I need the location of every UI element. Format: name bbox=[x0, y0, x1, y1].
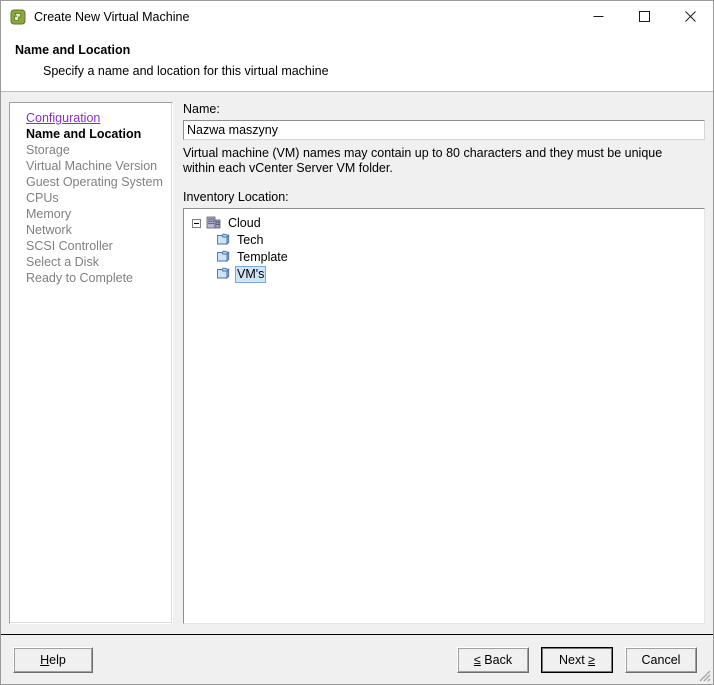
back-prefix: ≤ bbox=[473, 652, 481, 667]
back-label: Back bbox=[484, 652, 513, 667]
sidebar-item-storage: Storage bbox=[26, 143, 70, 157]
next-label: Next bbox=[558, 652, 585, 667]
inventory-tree[interactable]: Cloud Tech Template VM's bbox=[183, 208, 705, 624]
back-button[interactable]: ≤ Back bbox=[457, 646, 529, 673]
tree-row-item[interactable]: Template bbox=[184, 249, 704, 266]
close-icon[interactable] bbox=[667, 1, 713, 32]
help-rest: elp bbox=[49, 652, 66, 667]
sidebar-item-name-and-location[interactable]: Name and Location bbox=[10, 126, 172, 142]
name-label: Name: bbox=[183, 102, 220, 116]
tree-row-item[interactable]: Tech bbox=[184, 232, 704, 249]
sidebar-item-virtual-machine-version: Virtual Machine Version bbox=[26, 159, 158, 173]
window-controls bbox=[575, 1, 713, 32]
tree-row-root[interactable]: Cloud bbox=[184, 215, 704, 232]
tree-label-vms: VM's bbox=[235, 266, 267, 283]
help-accel: H bbox=[40, 652, 50, 667]
sidebar-item-network: Network bbox=[26, 223, 72, 237]
create-vm-dialog: Create New Virtual Machine Name and Loca… bbox=[0, 0, 714, 685]
next-button[interactable]: Next ≥ bbox=[541, 646, 613, 673]
tree-row-item-selected[interactable]: VM's bbox=[184, 266, 704, 283]
sidebar-item-memory: Memory bbox=[26, 207, 72, 221]
dialog-body: Configuration Name and Location Storage … bbox=[1, 92, 713, 634]
sidebar-item-guest-operating-system: Guest Operating System bbox=[26, 175, 163, 189]
name-help-text: Virtual machine (VM) names may contain u… bbox=[183, 146, 663, 175]
page-subtitle: Specify a name and location for this vir… bbox=[43, 64, 329, 78]
dialog-footer: Help ≤ Back Next ≥ Cancel bbox=[1, 635, 713, 684]
next-suffix: ≥ bbox=[588, 652, 596, 667]
sidebar-item-ready-to-complete: Ready to Complete bbox=[26, 271, 134, 285]
page-title: Name and Location bbox=[15, 43, 131, 57]
cancel-label: Cancel bbox=[641, 652, 681, 667]
wizard-steps-panel: Configuration Name and Location Storage … bbox=[9, 102, 173, 624]
resize-grip[interactable] bbox=[697, 668, 711, 682]
wizard-header: Name and Location Specify a name and loc… bbox=[1, 32, 713, 92]
main-content: Name: Virtual machine (VM) names may con… bbox=[183, 102, 705, 624]
collapse-expander-icon[interactable] bbox=[192, 219, 201, 228]
help-button[interactable]: Help bbox=[13, 646, 93, 673]
datacenter-icon bbox=[206, 215, 221, 232]
sidebar-item-select-a-disk: Select a Disk bbox=[26, 255, 99, 269]
navigation-buttons: ≤ Back Next ≥ Cancel bbox=[457, 646, 697, 673]
folder-icon bbox=[216, 266, 230, 283]
folder-icon bbox=[216, 249, 230, 266]
sidebar-item-scsi-controller: SCSI Controller bbox=[26, 239, 113, 253]
folder-icon bbox=[216, 232, 230, 249]
tree-label-tech: Tech bbox=[237, 233, 264, 247]
name-input[interactable] bbox=[183, 120, 705, 140]
tree-label-template: Template bbox=[237, 250, 288, 264]
inventory-location-label: Inventory Location: bbox=[183, 190, 289, 204]
sidebar-item-cpus: CPUs bbox=[26, 191, 59, 205]
vm-app-icon bbox=[10, 9, 26, 25]
maximize-icon[interactable] bbox=[621, 1, 667, 32]
tree-label-root: Cloud bbox=[228, 216, 261, 230]
cancel-button[interactable]: Cancel bbox=[625, 646, 697, 673]
window-title: Create New Virtual Machine bbox=[34, 9, 190, 24]
minimize-icon[interactable] bbox=[575, 1, 621, 32]
title-bar[interactable]: Create New Virtual Machine bbox=[1, 1, 713, 32]
sidebar-item-configuration[interactable]: Configuration bbox=[10, 110, 172, 126]
